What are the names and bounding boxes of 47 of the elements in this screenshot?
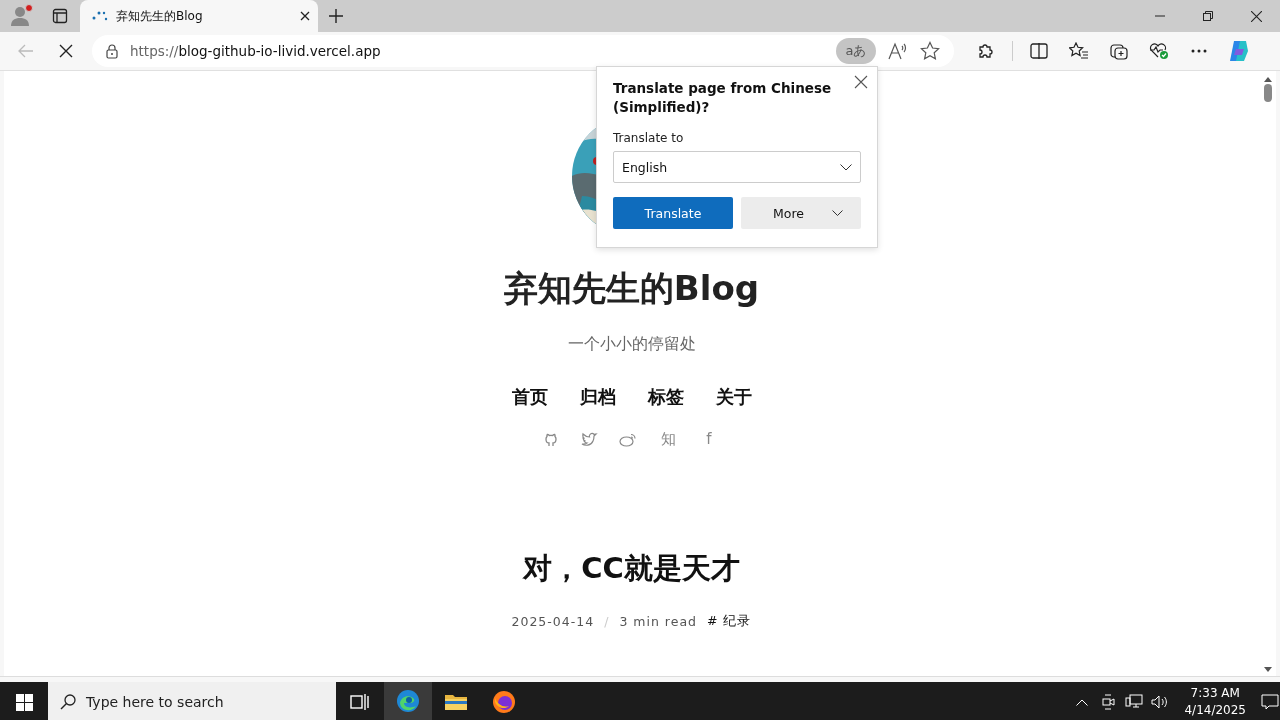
url-host: blog-github-io-livid.vercel.app xyxy=(178,43,381,59)
read-time: 3 min read xyxy=(619,614,697,629)
clock-time[interactable]: 7:33 AM xyxy=(1190,685,1240,702)
edge-icon xyxy=(396,689,420,713)
chevron-icon xyxy=(840,163,852,171)
github-icon[interactable] xyxy=(544,431,560,447)
popup-title: Translate page from Chinese (Simplified)? xyxy=(613,79,833,117)
clock-date[interactable]: 4/14/2025 xyxy=(1184,702,1246,719)
tab-title: 弃知先生的Blog xyxy=(116,7,204,25)
loading-icon xyxy=(92,10,108,22)
taskbar-search[interactable]: Type here to search xyxy=(48,682,336,720)
nav-link[interactable]: 标签 xyxy=(647,385,684,409)
social-link[interactable]: 知 xyxy=(658,429,678,449)
folder-icon xyxy=(444,692,468,712)
separator: / xyxy=(604,614,610,629)
nav-link[interactable]: 关于 xyxy=(715,385,752,409)
blog-subtitle: 一个小小的停留处 xyxy=(567,334,696,355)
weibo-icon[interactable] xyxy=(619,431,637,447)
bird-icon[interactable] xyxy=(581,431,598,447)
more-button[interactable]: More xyxy=(741,197,861,229)
read-aloud-icon[interactable] xyxy=(888,42,908,60)
url-scheme: https:// xyxy=(130,43,179,59)
chevron-icon xyxy=(832,210,843,216)
field-label: Translate to xyxy=(613,131,685,145)
browser-tab[interactable]: 弃知先生的Blog xyxy=(80,0,318,32)
language-dropdown[interactable]: English xyxy=(613,151,861,183)
scroll-up-icon[interactable] xyxy=(1263,77,1272,82)
close-icon[interactable] xyxy=(300,11,310,21)
firefox-icon xyxy=(492,690,516,714)
lock-icon[interactable] xyxy=(106,43,118,59)
nav-link[interactable]: 首页 xyxy=(511,385,548,409)
scroll-down-icon[interactable] xyxy=(1263,667,1272,672)
star-icon[interactable] xyxy=(920,41,940,61)
task-view-icon xyxy=(350,693,370,711)
close-icon[interactable] xyxy=(853,75,869,91)
scrollbar-thumb[interactable] xyxy=(1263,84,1272,102)
blog-title: 弃知先生的Blog xyxy=(503,267,760,310)
social-link[interactable]: f xyxy=(699,430,719,448)
post-date: 2025-04-14 xyxy=(511,614,595,629)
translate-button[interactable]: Translate xyxy=(613,197,733,229)
search-icon xyxy=(60,694,76,710)
post-tag[interactable]: # 纪录 xyxy=(707,613,752,630)
nav-link[interactable]: 归档 xyxy=(579,385,616,409)
post-title[interactable]: 对，CC就是天才 xyxy=(523,549,740,589)
translate-button[interactable]: aあ xyxy=(836,38,876,64)
taskbar-app[interactable] xyxy=(384,682,432,720)
address-bar[interactable]: https://blog-github-io-livid.vercel.app aあ xyxy=(92,35,954,67)
